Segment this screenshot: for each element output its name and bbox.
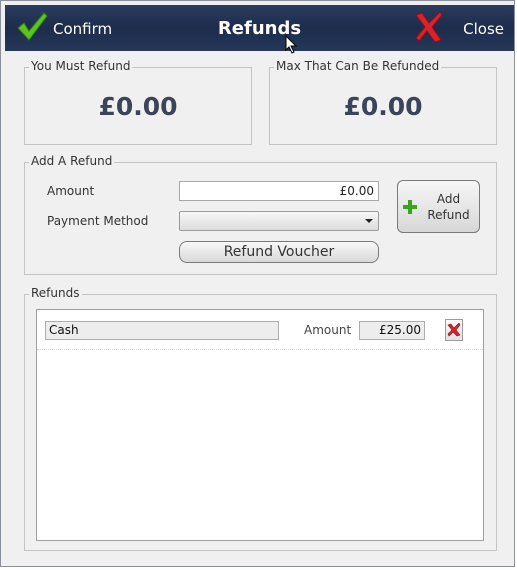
refund-method-field: Cash (45, 321, 279, 340)
payment-method-label: Payment Method (47, 214, 149, 228)
amount-label: Amount (47, 184, 95, 198)
refunds-window: Confirm Refunds Close You Must Refund £0… (0, 0, 515, 567)
chevron-down-icon (365, 219, 373, 223)
list-item: Cash Amount £25.00 (37, 310, 483, 350)
close-button[interactable]: Close (414, 5, 504, 51)
must-refund-label: You Must Refund (29, 59, 133, 73)
must-refund-value: £0.00 (98, 92, 178, 121)
add-refund-button[interactable]: Add Refund (397, 180, 480, 233)
refunds-list: Cash Amount £25.00 (36, 309, 484, 541)
amount-input[interactable]: £0.00 (179, 181, 379, 201)
close-label: Close (463, 20, 504, 38)
max-refund-value: £0.00 (343, 92, 423, 121)
max-refund-group: Max That Can Be Refunded £0.00 (269, 59, 497, 145)
max-refund-label: Max That Can Be Refunded (274, 59, 442, 73)
add-refund-label-text: Add Refund (422, 191, 475, 223)
refund-amount-field: £25.00 (359, 321, 425, 340)
add-button-line2: Refund (427, 208, 470, 222)
payment-method-select[interactable] (179, 211, 379, 231)
red-x-icon (447, 323, 461, 337)
add-refund-label: Add A Refund (29, 154, 115, 168)
add-button-line1: Add (436, 192, 461, 206)
refund-amount-label: Amount (304, 323, 352, 337)
remove-refund-button[interactable] (445, 319, 463, 341)
mouse-pointer-icon (285, 35, 298, 54)
green-plus-icon (403, 200, 417, 214)
must-refund-group: You Must Refund £0.00 (24, 59, 252, 145)
refunds-label: Refunds (29, 286, 82, 300)
title-bar: Confirm Refunds Close (5, 5, 514, 51)
refund-voucher-button[interactable]: Refund Voucher (179, 241, 379, 263)
red-x-icon (415, 11, 443, 43)
